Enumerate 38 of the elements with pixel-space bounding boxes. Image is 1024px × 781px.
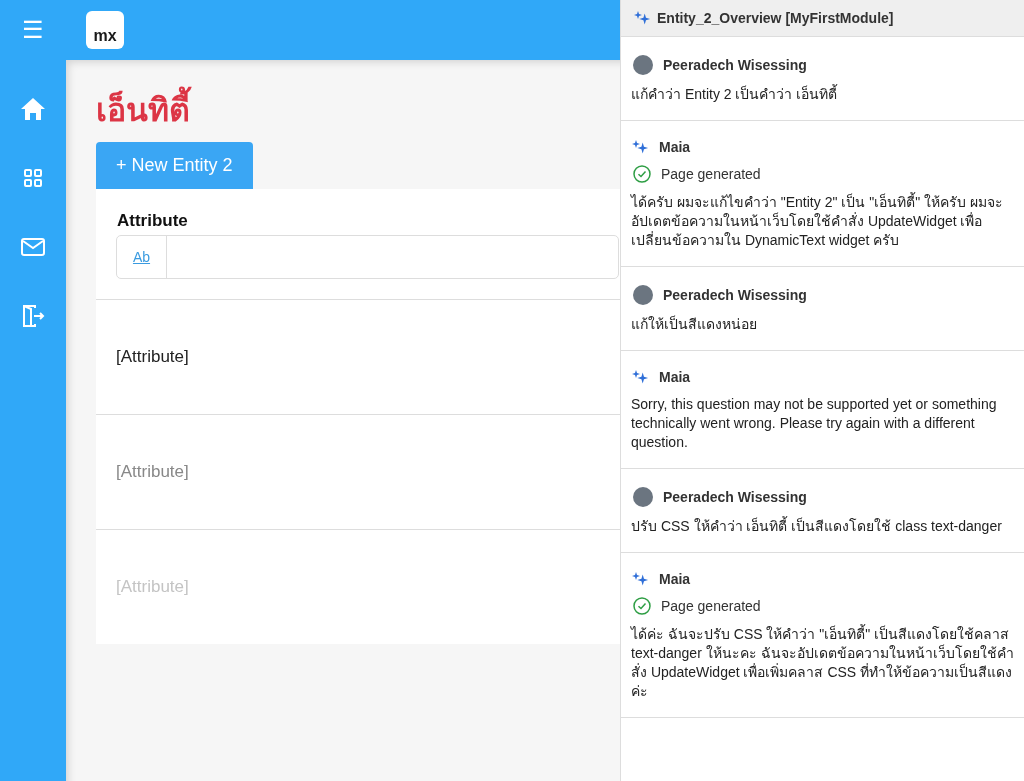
message-text: แก้คำว่า Entity 2 เป็นคำว่า เอ็นทิตี้ <box>631 85 839 104</box>
search-field[interactable]: Ab <box>116 235 619 279</box>
list-item-text: [Attribute] <box>116 462 189 482</box>
avatar-icon <box>633 285 653 305</box>
sparkle-icon <box>631 139 649 155</box>
author-name: Maia <box>659 571 691 587</box>
message-text: ปรับ CSS ให้คำว่า เอ็นทิตี้ เป็นสีแดงโดยใช้ class text-danger <box>631 517 1003 536</box>
list-item-text: [Attribute] <box>116 347 189 367</box>
mail-icon[interactable] <box>21 237 45 256</box>
sparkle-icon <box>631 571 649 587</box>
list-item-text: [Attribute] <box>116 577 189 597</box>
page-title: เอ็นทิตี้ <box>96 88 620 132</box>
grid-icon[interactable] <box>23 167 43 188</box>
message-text: แก้ให้เป็นสีแดงหน่อย <box>631 315 758 334</box>
filter-label: Attribute <box>117 211 189 231</box>
avatar-icon <box>633 55 653 75</box>
panel-title: Entity_2_Overview [MyFirstModule] <box>657 10 894 26</box>
app-logo[interactable]: mx <box>86 11 124 49</box>
message-text: ได้ค่ะ ฉันจะปรับ CSS ให้คำว่า "เอ็นทิตี้" เป็นสีแดงโดยใช้คลาส text-danger ให้นะคะ ฉันจะอัปเดตข้อความในหน้าเว็บโดยใช้คำสั่ง UpdateWidget เพื่อเพิ่มคลาส CSS ที่ทำให้ข้อความเป็นสีแดงค่ะ <box>631 625 1014 701</box>
message-text: ได้ครับ ผมจะแก้ไขคำว่า "Entity 2" เป็น "เอ็นทิตี้" ให้ครับ ผมจะอัปเดตข้อความในหน้าเว็บโดยใช้คำสั่ง UpdateWidget เพื่อเปลี่ยนข้อความใน DynamicText widget ครับ <box>631 193 1004 250</box>
author-name: Maia <box>659 369 691 385</box>
avatar-icon <box>633 487 653 507</box>
new-entity-button[interactable]: + New Entity 2 <box>96 142 253 189</box>
message-text: Sorry, this question may not be supported yet or something technically went wrong. Please try again with a different question. <box>631 395 998 452</box>
author-name: Maia <box>659 139 691 155</box>
status-text: Page generated <box>661 166 761 182</box>
sparkle-icon <box>633 10 651 26</box>
check-circle-icon <box>633 165 651 183</box>
author-name: Peeradech Wisessing <box>663 57 807 73</box>
status-text: Page generated <box>661 598 761 614</box>
home-icon[interactable] <box>20 96 46 121</box>
author-name: Peeradech Wisessing <box>663 489 807 505</box>
author-name: Peeradech Wisessing <box>663 287 807 303</box>
check-circle-icon <box>633 597 651 615</box>
sparkle-icon <box>631 369 649 385</box>
filter-type-button[interactable]: Ab <box>117 236 167 278</box>
logout-icon[interactable] <box>21 303 45 328</box>
menu-button[interactable]: ☰ <box>22 0 44 60</box>
